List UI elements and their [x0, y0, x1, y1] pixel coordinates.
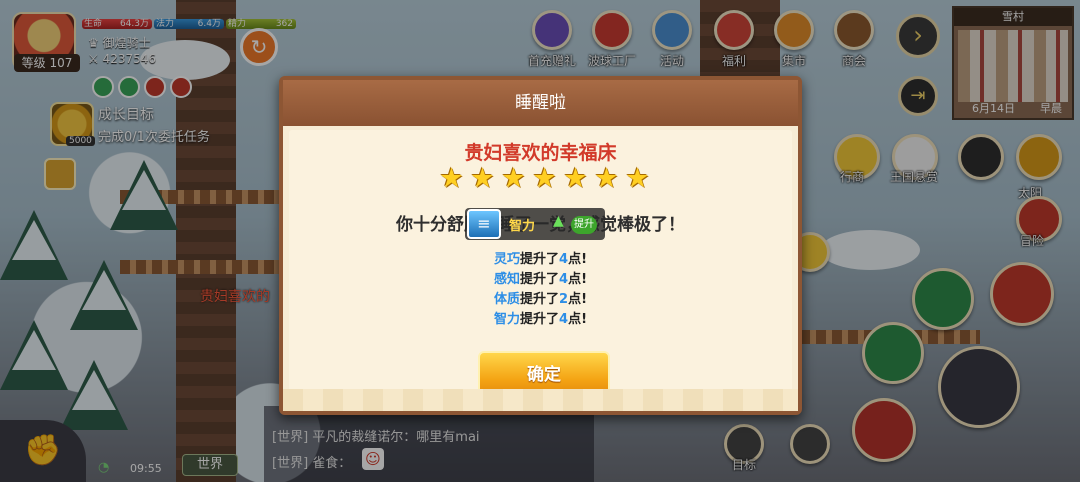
star-icon: ★ — [625, 163, 650, 194]
stat-pre: 提升了 — [520, 312, 560, 326]
star-icon: ★ — [563, 163, 588, 194]
star-icon: ★ — [439, 163, 464, 194]
stat-pre: 提升了 — [520, 252, 560, 267]
stat-gain-list: 灵巧提升了4点!感知提升了4点!体质提升了2点!智力提升了4点!力量提升了3点! — [289, 248, 792, 326]
stat-value: 4 — [559, 312, 569, 326]
stat-post: 点! — [568, 272, 587, 287]
dialog-title: 睡醒啦 — [283, 80, 798, 126]
star-icon: ★ — [532, 163, 557, 194]
stat-name: 感知 — [493, 272, 520, 287]
star-icon: ★ — [470, 163, 495, 194]
stat-name: 智力 — [493, 312, 520, 326]
stat-gain-row: 体质提升了2点! — [289, 288, 792, 308]
dialog-body: 贵妇喜欢的幸福床 ★★★★★★★ 你十分舒服地睡了一觉，感觉棒极了！ ≡ 智力 … — [289, 130, 792, 405]
stat-name: 体质 — [493, 292, 520, 307]
stat-gain-row: 灵巧提升了4点! — [289, 248, 792, 268]
bed-name: 贵妇喜欢的幸福床 — [464, 142, 617, 164]
stat-up-toast: ≡ 智力 ▲ 提升 — [465, 208, 605, 240]
star-icon: ★ — [594, 163, 619, 194]
star-rating: ★ ★ ★ ★ ★ ★ ★ — [439, 163, 650, 196]
stat-post: 点! — [568, 312, 587, 326]
toast-tag: 提升 — [571, 216, 597, 234]
stat-value: 4 — [559, 272, 569, 287]
stat-name: 灵巧 — [493, 252, 520, 267]
stat-gain-row: 智力提升了4点! — [289, 308, 792, 326]
stat-pre: 提升了 — [520, 292, 560, 307]
stat-value: 4 — [559, 252, 569, 267]
wake-up-dialog: 睡醒啦 贵妇喜欢的幸福床 ★★★★★★★ 你十分舒服地睡了一觉，感觉棒极了！ ≡… — [279, 76, 802, 415]
stat-value: 2 — [559, 292, 569, 307]
star-icon: ★ — [501, 163, 526, 194]
toast-stat-name: 智力 — [509, 219, 536, 234]
stat-gain-row: 感知提升了4点! — [289, 268, 792, 288]
dialog-footer-pattern — [283, 389, 798, 411]
stat-post: 点! — [568, 252, 587, 267]
stat-post: 点! — [568, 292, 587, 307]
arrow-up-icon: ▲ — [553, 213, 564, 229]
book-icon: ≡ — [467, 209, 501, 239]
stat-pre: 提升了 — [520, 272, 560, 287]
